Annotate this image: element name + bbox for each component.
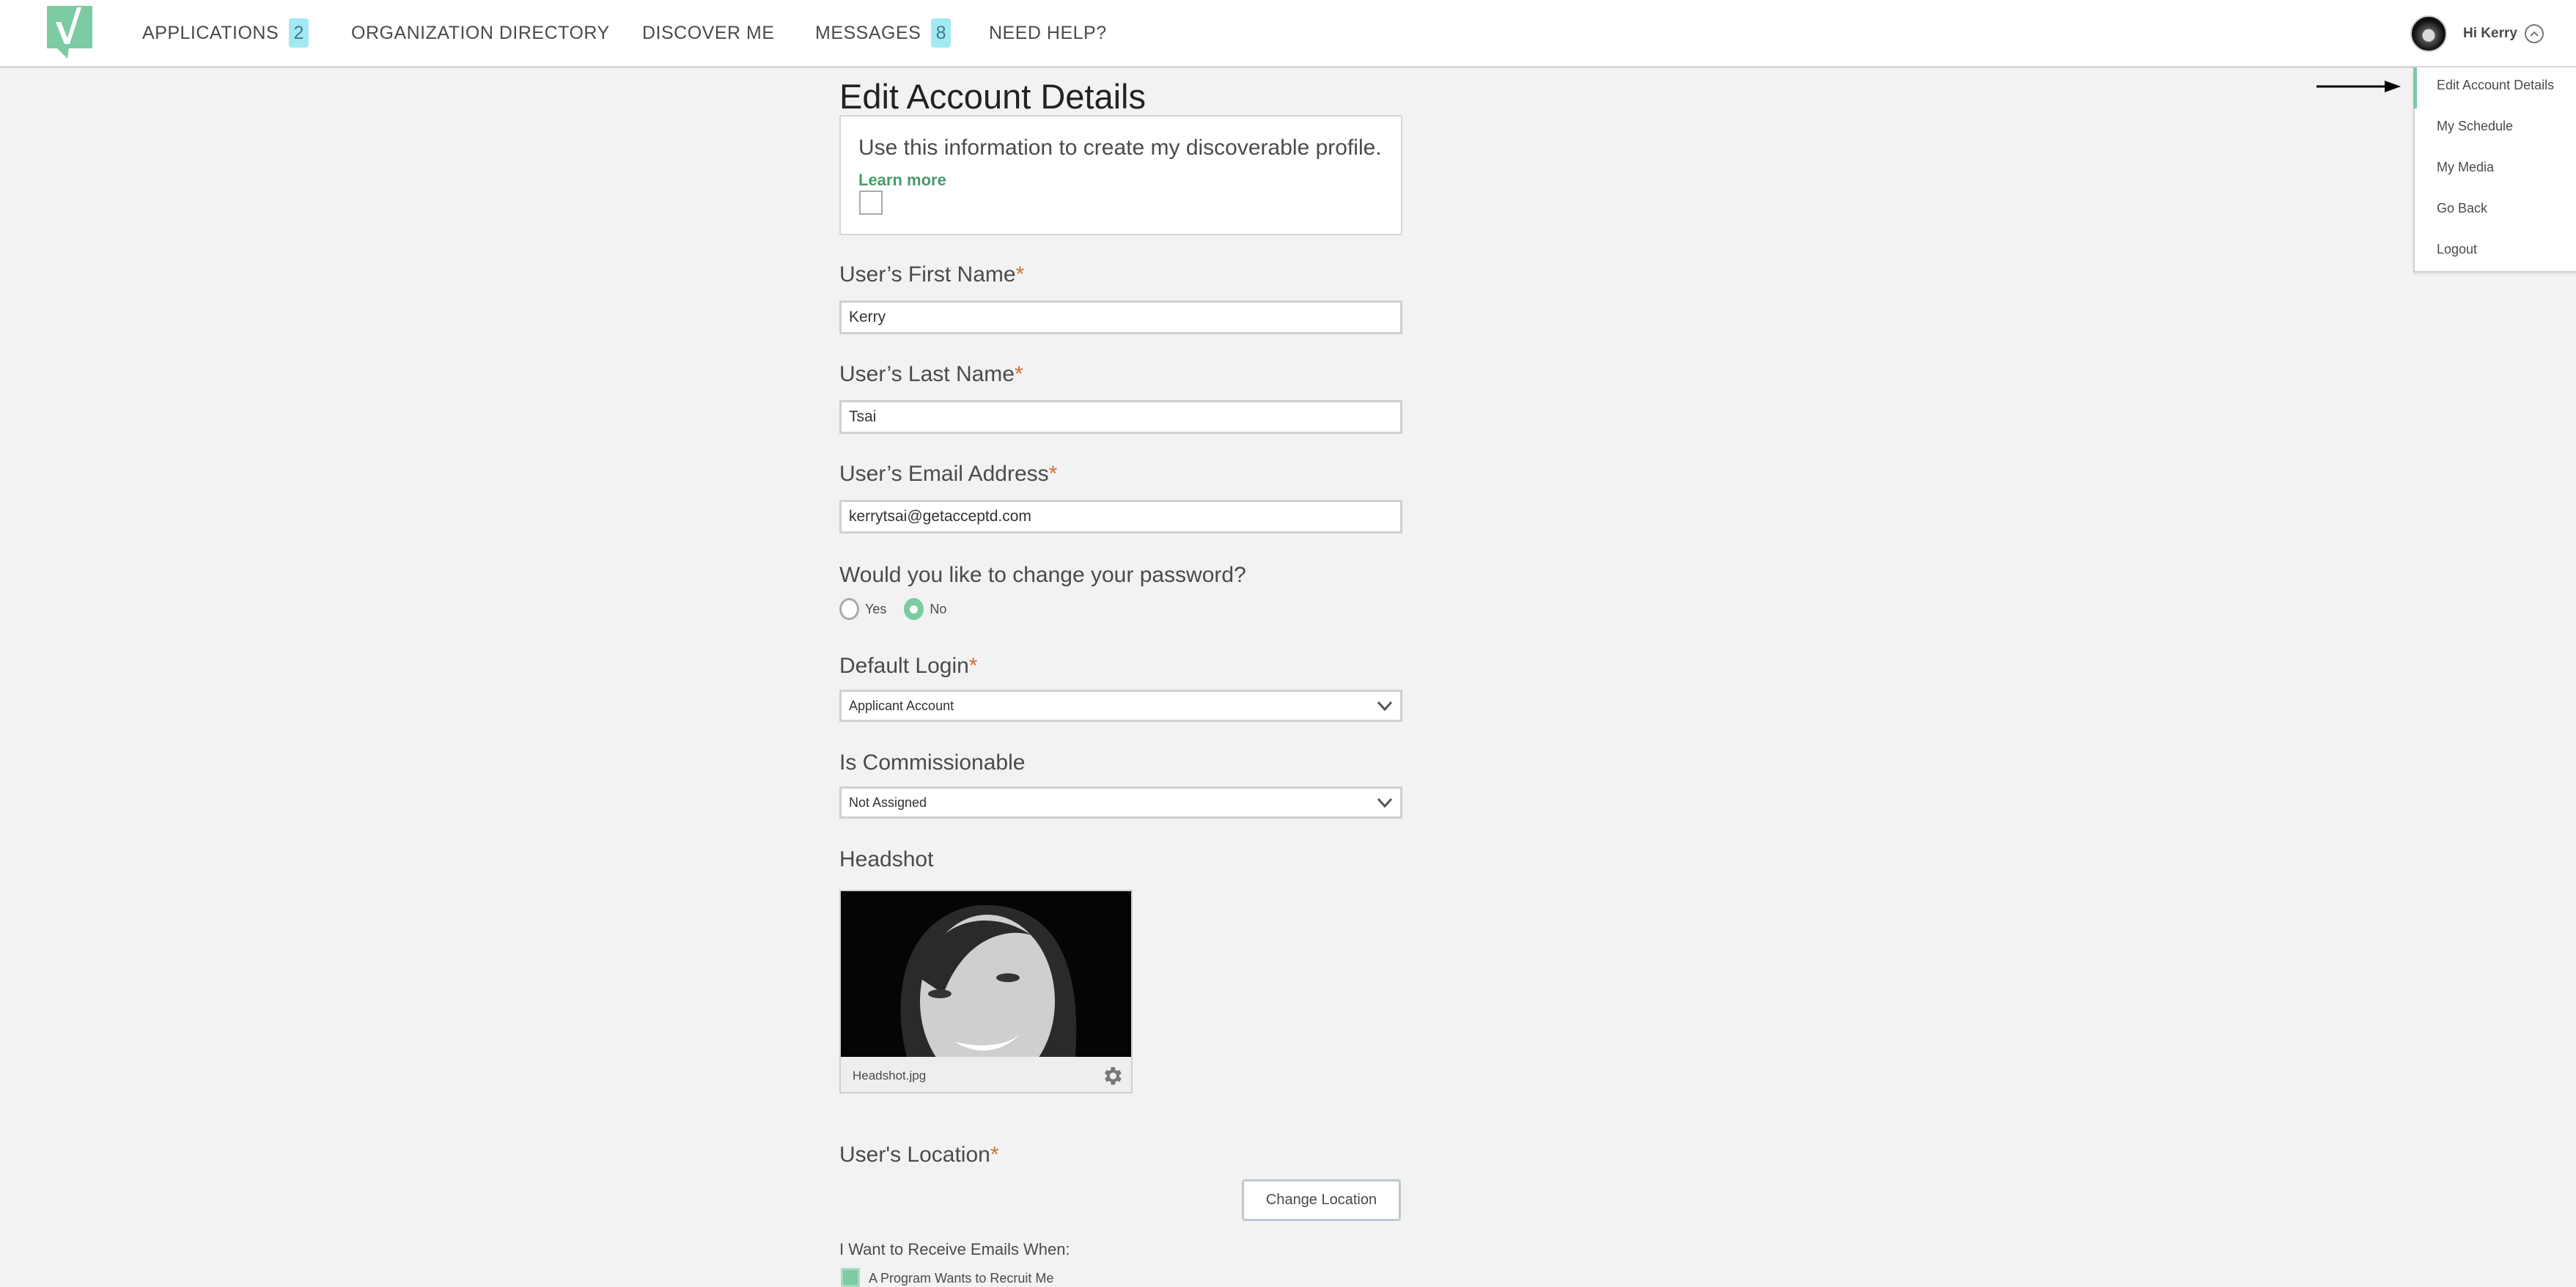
- email-preferences-label: I Want to Receive Emails When:: [839, 1240, 1070, 1258]
- top-nav-bar: APPLICATIONS 2 ORGANIZATION DIRECTORY DI…: [0, 0, 2576, 68]
- user-dropdown-menu: Edit Account Details My Schedule My Medi…: [2413, 67, 2576, 273]
- messages-count-badge: 8: [931, 18, 952, 48]
- chevron-up-icon[interactable]: [2524, 24, 2544, 43]
- email-input[interactable]: [839, 500, 1402, 534]
- required-marker: *: [1015, 262, 1025, 287]
- label-text: User's Location: [839, 1143, 990, 1167]
- last-name-input[interactable]: [839, 400, 1402, 434]
- nav-label: DISCOVER ME: [642, 22, 775, 43]
- nav-messages[interactable]: MESSAGES 8: [815, 0, 952, 66]
- nav-label: ORGANIZATION DIRECTORY: [351, 22, 610, 43]
- location-label: User's Location*: [839, 1143, 999, 1168]
- first-name-input[interactable]: [839, 300, 1402, 334]
- menu-item-my-media[interactable]: My Media: [2437, 160, 2494, 175]
- headshot-image[interactable]: [841, 891, 1131, 1057]
- nav-organization-directory[interactable]: ORGANIZATION DIRECTORY: [351, 0, 610, 66]
- user-menu-toggle[interactable]: Hi Kerry: [2410, 15, 2544, 52]
- menu-item-logout[interactable]: Logout: [2437, 242, 2477, 257]
- default-login-label: Default Login*: [839, 654, 977, 679]
- commissionable-select[interactable]: Not Assigned: [839, 786, 1402, 819]
- headshot-filename: Headshot.jpg: [853, 1069, 927, 1083]
- select-value: Not Assigned: [849, 794, 927, 810]
- radio-label-yes: Yes: [865, 601, 887, 616]
- discoverable-profile-checkbox[interactable]: [859, 191, 883, 215]
- default-login-select[interactable]: Applicant Account: [839, 690, 1402, 722]
- required-marker: *: [1048, 462, 1058, 486]
- headshot-label: Headshot: [839, 847, 934, 871]
- page-title: Edit Account Details: [839, 77, 1146, 116]
- headshot-card: Headshot.jpg: [839, 890, 1133, 1094]
- password-yes-radio[interactable]: [839, 598, 859, 620]
- nav-discover-me[interactable]: DISCOVER ME: [642, 0, 775, 66]
- label-text: User’s First Name: [839, 262, 1016, 287]
- radio-label-no: No: [930, 601, 947, 616]
- select-value: Applicant Account: [849, 698, 954, 713]
- learn-more-link[interactable]: Learn more: [858, 171, 946, 190]
- acceptd-logo-icon[interactable]: [47, 6, 92, 59]
- menu-item-my-schedule[interactable]: My Schedule: [2437, 119, 2513, 134]
- first-name-label: User’s First Name*: [839, 262, 1024, 287]
- menu-item-go-back[interactable]: Go Back: [2437, 201, 2487, 216]
- applications-count-badge: 2: [289, 18, 309, 48]
- chevron-down-icon: [1377, 797, 1393, 808]
- nav-applications[interactable]: APPLICATIONS 2: [142, 0, 309, 66]
- nav-need-help[interactable]: NEED HELP?: [989, 0, 1107, 66]
- change-password-radio-group: Yes No: [839, 598, 964, 620]
- chevron-down-icon: [1377, 701, 1393, 711]
- label-text: User’s Email Address: [839, 462, 1049, 486]
- active-indicator: [2413, 67, 2417, 108]
- nav-label: APPLICATIONS: [142, 22, 279, 43]
- discoverable-profile-box: Use this information to create my discov…: [839, 115, 1402, 235]
- recruit-email-checkbox[interactable]: [841, 1268, 860, 1287]
- arrow-right-icon: [2316, 81, 2401, 92]
- email-label: User’s Email Address*: [839, 462, 1057, 487]
- nav-label: MESSAGES: [815, 22, 921, 43]
- required-marker: *: [1014, 362, 1023, 386]
- greeting: Hi Kerry: [2463, 26, 2517, 41]
- gear-icon[interactable]: [1100, 1064, 1124, 1088]
- required-marker: *: [990, 1143, 999, 1167]
- label-text: Default Login: [839, 654, 969, 678]
- avatar[interactable]: [2410, 15, 2447, 52]
- password-no-radio[interactable]: [904, 598, 924, 620]
- required-marker: *: [968, 654, 978, 678]
- menu-item-edit-account-details[interactable]: Edit Account Details: [2437, 78, 2554, 93]
- profile-description: Use this information to create my discov…: [858, 136, 1382, 160]
- nav-label: NEED HELP?: [989, 22, 1107, 43]
- change-password-label: Would you like to change your password?: [839, 563, 1246, 587]
- last-name-label: User’s Last Name*: [839, 362, 1023, 387]
- change-location-button[interactable]: Change Location: [1242, 1179, 1401, 1221]
- label-text: User’s Last Name: [839, 362, 1015, 386]
- recruit-email-label: A Program Wants to Recruit Me: [869, 1271, 1054, 1286]
- commissionable-label: Is Commissionable: [839, 751, 1026, 775]
